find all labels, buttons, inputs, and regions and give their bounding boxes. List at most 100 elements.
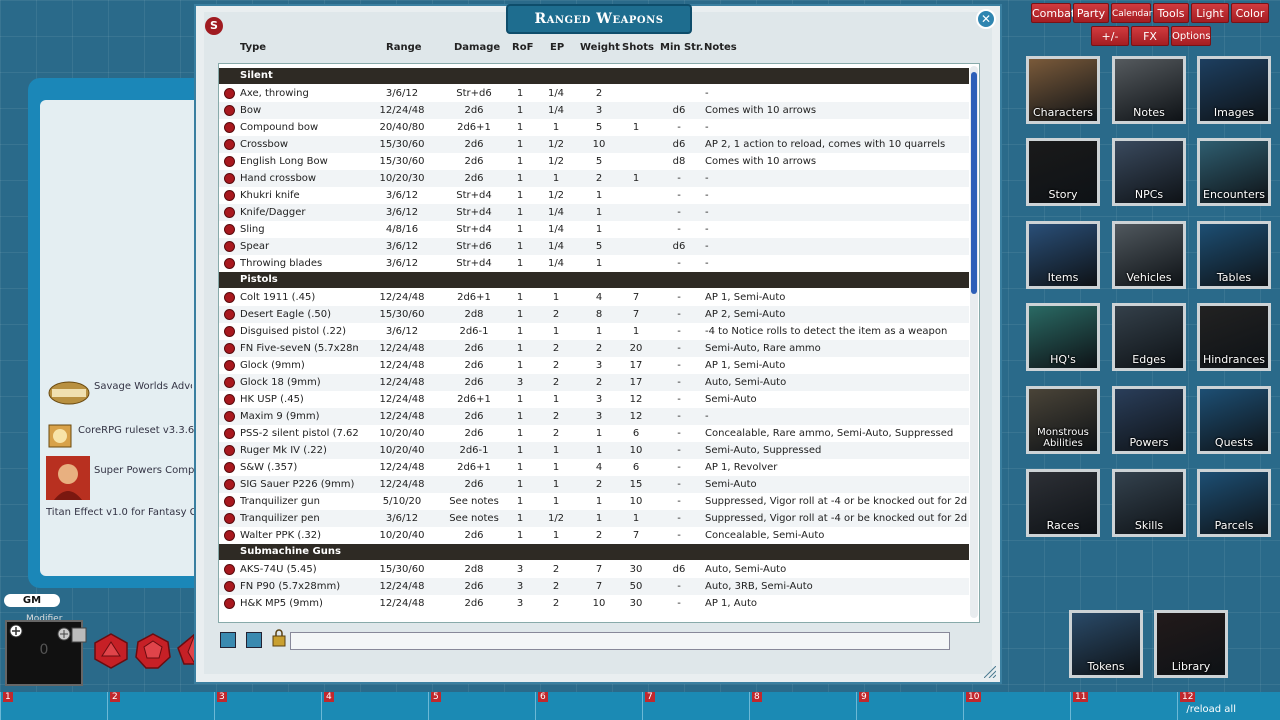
weapon-row[interactable]: Walter PPK (.32) 10/20/40 2d6 1 1 2 7 - Conceala…: [219, 527, 969, 544]
weapon-row[interactable]: Hand crossbow 10/20/30 2d6 1 1 2 1 - -: [219, 170, 969, 187]
sidebar-items[interactable]: Items: [1026, 221, 1100, 289]
modifier-add-icon[interactable]: [9, 624, 23, 638]
damage-icon[interactable]: [56, 624, 88, 650]
d20-die-icon[interactable]: [92, 632, 130, 670]
weapon-link-icon[interactable]: [224, 258, 235, 269]
hotkey-slot[interactable]: 6: [535, 692, 642, 720]
reload-all-label[interactable]: /reload all: [1186, 704, 1236, 715]
weapon-link-icon[interactable]: [224, 156, 235, 167]
weapon-row[interactable]: HK USP (.45) 12/24/48 2d6+1 1 1 3 12 - Semi-Auto: [219, 391, 969, 408]
weapon-row[interactable]: Knife/Dagger 3/6/12 Str+d4 1 1/4 1 - -: [219, 204, 969, 221]
sidebar-powers[interactable]: Powers: [1112, 386, 1186, 454]
sidebar-characters[interactable]: Characters: [1026, 56, 1100, 124]
weapon-row[interactable]: AKS-74U (5.45) 15/30/60 2d8 3 2 7 30 d6 Auto, Se…: [219, 561, 969, 578]
weapon-link-icon[interactable]: [224, 496, 235, 507]
sidebar-images[interactable]: Images: [1197, 56, 1271, 124]
options-button[interactable]: Options: [1171, 26, 1211, 46]
sidebar-story[interactable]: Story: [1026, 138, 1100, 206]
weapon-link-icon[interactable]: [224, 105, 235, 116]
weapon-link-icon[interactable]: [224, 411, 235, 422]
hotkey-slot[interactable]: 1: [0, 692, 107, 720]
weapon-row[interactable]: FN Five-seveN (5.7x28mm 12/24/48 2d6 1 2 2 20 -…: [219, 340, 969, 357]
weapon-link-icon[interactable]: [224, 445, 235, 456]
weapon-link-icon[interactable]: [224, 343, 235, 354]
weapon-link-icon[interactable]: [224, 428, 235, 439]
hotkey-slot[interactable]: 8: [749, 692, 856, 720]
hotkey-slot[interactable]: 3: [214, 692, 321, 720]
weapon-link-icon[interactable]: [224, 224, 235, 235]
weapon-link-icon[interactable]: [224, 326, 235, 337]
scrollbar[interactable]: [970, 66, 978, 618]
weapon-link-icon[interactable]: [224, 292, 235, 303]
weapon-link-icon[interactable]: [224, 241, 235, 252]
weapon-link-icon[interactable]: [224, 462, 235, 473]
fx-button[interactable]: FX: [1131, 26, 1169, 46]
weapon-row[interactable]: Desert Eagle (.50) 15/30/60 2d8 1 2 8 7 - AP 2, …: [219, 306, 969, 323]
lock-icon[interactable]: [270, 628, 288, 648]
sidebar-hindrances[interactable]: Hindrances: [1197, 303, 1271, 371]
weapon-link-icon[interactable]: [224, 122, 235, 133]
weapon-row[interactable]: Ruger Mk IV (.22) 10/20/40 2d6-1 1 1 1 10 - Semi…: [219, 442, 969, 459]
weapon-row[interactable]: Crossbow 15/30/60 2d6 1 1/2 10 d6 AP 2, 1 actio…: [219, 136, 969, 153]
sidebar-parcels[interactable]: Parcels: [1197, 469, 1271, 537]
weapon-link-icon[interactable]: [224, 581, 235, 592]
hotkey-slot[interactable]: 11: [1070, 692, 1177, 720]
sidebar-npcs[interactable]: NPCs: [1112, 138, 1186, 206]
weapon-row[interactable]: Glock 18 (9mm) 12/24/48 2d6 3 2 2 17 - Auto, Sem…: [219, 374, 969, 391]
weapon-row[interactable]: Compound bow 20/40/80 2d6+1 1 1 5 1 - -: [219, 119, 969, 136]
combat-button[interactable]: Combat: [1031, 3, 1075, 23]
weapon-link-icon[interactable]: [224, 479, 235, 490]
weapon-link-icon[interactable]: [224, 309, 235, 320]
weapon-link-icon[interactable]: [224, 394, 235, 405]
sidebar-vehicles[interactable]: Vehicles: [1112, 221, 1186, 289]
weapon-row[interactable]: S&W (.357) 12/24/48 2d6+1 1 1 4 6 - AP 1, Revolv…: [219, 459, 969, 476]
weapon-row[interactable]: Spear 3/6/12 Str+d6 1 1/4 5 d6 -: [219, 238, 969, 255]
close-button[interactable]: ✕: [976, 9, 996, 29]
weapon-row[interactable]: Disguised pistol (.22) 3/6/12 2d6-1 1 1 1 1 - -4…: [219, 323, 969, 340]
filter-input[interactable]: [290, 632, 950, 650]
hotkey-slot[interactable]: 4: [321, 692, 428, 720]
weapon-link-icon[interactable]: [224, 377, 235, 388]
sidebar-monstrous-abilities[interactable]: Monstrous Abilities: [1026, 386, 1100, 454]
weapon-row[interactable]: H&K MP5 (9mm) 12/24/48 2d6 3 2 10 30 - AP 1, Aut…: [219, 595, 969, 612]
sidebar-races[interactable]: Races: [1026, 469, 1100, 537]
sidebar-quests[interactable]: Quests: [1197, 386, 1271, 454]
sidebar-encounters[interactable]: Encounters: [1197, 138, 1271, 206]
party-button[interactable]: Party: [1073, 3, 1109, 23]
plus-minus-button[interactable]: +/-: [1091, 26, 1129, 46]
hotkey-slot[interactable]: 2: [107, 692, 214, 720]
weapon-row[interactable]: Axe, throwing 3/6/12 Str+d6 1 1/4 2 -: [219, 85, 969, 102]
weapons-list[interactable]: Silent Axe, throwing 3/6/12 Str+d6 1 1/4 2 - Bow…: [218, 63, 980, 623]
tools-button[interactable]: Tools: [1153, 3, 1189, 23]
weapon-link-icon[interactable]: [224, 360, 235, 371]
weapon-link-icon[interactable]: [224, 564, 235, 575]
sidebar-notes[interactable]: Notes: [1112, 56, 1186, 124]
sidebar-tables[interactable]: Tables: [1197, 221, 1271, 289]
weapon-row[interactable]: Tranquilizer pen 3/6/12 See notes 1 1/2 1 1 - Su…: [219, 510, 969, 527]
sidebar-tokens[interactable]: Tokens: [1069, 610, 1143, 678]
resize-handle-icon[interactable]: [984, 666, 996, 678]
weapon-row[interactable]: PSS-2 silent pistol (7.62x4 10/20/40 2d6 1 2…: [219, 425, 969, 442]
weapon-row[interactable]: Tranquilizer gun 5/10/20 See notes 1 1 1 10 - Su…: [219, 493, 969, 510]
list-edit-icon[interactable]: [220, 632, 236, 648]
sidebar-hqs[interactable]: HQ's: [1026, 303, 1100, 371]
d12-die-icon[interactable]: [134, 632, 172, 670]
weapon-row[interactable]: Colt 1911 (.45) 12/24/48 2d6+1 1 1 4 7 - AP 1, S…: [219, 289, 969, 306]
light-button[interactable]: Light: [1191, 3, 1229, 23]
weapon-row[interactable]: Khukri knife 3/6/12 Str+d4 1 1/2 1 - -: [219, 187, 969, 204]
weapon-row[interactable]: Glock (9mm) 12/24/48 2d6 1 2 3 17 - AP 1, Semi-A…: [219, 357, 969, 374]
weapon-link-icon[interactable]: [224, 173, 235, 184]
weapon-row[interactable]: English Long Bow 15/30/60 2d6 1 1/2 5 d8 Comes …: [219, 153, 969, 170]
weapon-link-icon[interactable]: [224, 513, 235, 524]
sidebar-library[interactable]: Library: [1154, 610, 1228, 678]
weapon-row[interactable]: FN P90 (5.7x28mm) 12/24/48 2d6 3 2 7 50 - Auto, …: [219, 578, 969, 595]
weapon-link-icon[interactable]: [224, 139, 235, 150]
weapon-row[interactable]: Bow 12/24/48 2d6 1 1/4 3 d6 Comes with 10 arrow…: [219, 102, 969, 119]
sidebar-skills[interactable]: Skills: [1112, 469, 1186, 537]
sidebar-edges[interactable]: Edges: [1112, 303, 1186, 371]
weapon-row[interactable]: Throwing blades 3/6/12 Str+d4 1 1/4 1 - -: [219, 255, 969, 272]
calendar-button[interactable]: Calendar: [1111, 3, 1152, 23]
weapon-row[interactable]: SIG Sauer P226 (9mm) 12/24/48 2d6 1 1 2 15 - Sem…: [219, 476, 969, 493]
color-button[interactable]: Color: [1231, 3, 1269, 23]
scrollbar-thumb[interactable]: [971, 72, 977, 294]
